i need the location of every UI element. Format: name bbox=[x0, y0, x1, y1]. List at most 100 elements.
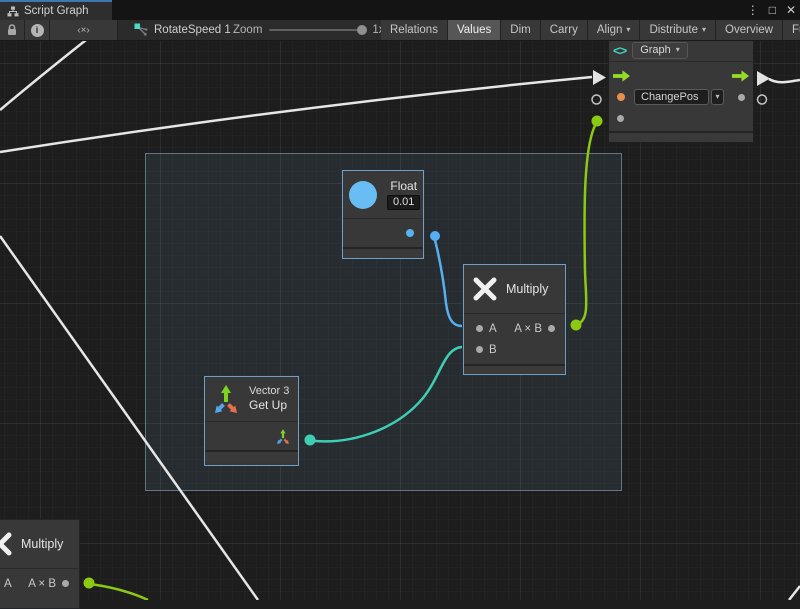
wire-cap-changepos-input bbox=[592, 116, 603, 127]
variable-name-dropdown[interactable]: ChangePos bbox=[634, 89, 709, 105]
multiply-row-b: B bbox=[464, 339, 565, 360]
flow-out-arrow-icon[interactable] bbox=[732, 70, 749, 82]
distribute-button[interactable]: Distribute ▾ bbox=[640, 20, 716, 40]
carry-label: Carry bbox=[550, 24, 578, 36]
dim-button[interactable]: Dim bbox=[501, 20, 540, 40]
node-set-variable[interactable]: <> Graph ▾ ChangePos ▾ bbox=[608, 38, 754, 143]
multiply-output-port[interactable] bbox=[548, 325, 555, 332]
zoom-slider[interactable] bbox=[269, 29, 365, 31]
multiply-input-b-port[interactable] bbox=[476, 346, 483, 353]
multiply-node-footer bbox=[464, 364, 565, 373]
info-icon: i bbox=[31, 24, 44, 37]
graph-value-row bbox=[609, 108, 753, 128]
multiply2-input-a-label: A bbox=[4, 578, 12, 590]
flow-in-triangle-port bbox=[593, 70, 606, 85]
chevron-down-icon: ▾ bbox=[702, 26, 706, 34]
code-view-button[interactable]: ‹×› bbox=[50, 20, 118, 40]
code-icon: <> bbox=[613, 43, 626, 58]
wire-white-corner bbox=[789, 586, 800, 600]
lock-button[interactable] bbox=[0, 20, 25, 40]
node-float[interactable]: Float 0.01 bbox=[342, 170, 424, 259]
graph-toolbar: i ‹×› RotateSpeed 1 Zoom 1x Relations Va… bbox=[0, 20, 800, 41]
chevron-down-icon: ▾ bbox=[715, 93, 719, 101]
multiply2-output-label: A × B bbox=[28, 578, 56, 590]
multiply2-node-header: Multiply bbox=[0, 520, 79, 569]
graph-breadcrumb-label: RotateSpeed 1 bbox=[154, 24, 231, 36]
zoom-control: Zoom 1x bbox=[233, 20, 385, 40]
multiply2-node-body: A A × B bbox=[0, 569, 79, 598]
graph-breadcrumb[interactable]: RotateSpeed 1 bbox=[128, 20, 237, 40]
float-node-title: Float bbox=[390, 179, 417, 193]
variable-dropdown-button[interactable]: ▾ bbox=[711, 89, 724, 105]
tab-bar: Script Graph ⋮ □ ✕ bbox=[0, 0, 800, 20]
relations-button[interactable]: Relations bbox=[381, 20, 448, 40]
multiply-x-icon bbox=[0, 531, 13, 557]
tab-script-graph[interactable]: Script Graph bbox=[0, 0, 112, 20]
graph-canvas[interactable]: Float 0.01 Multiply A A × B bbox=[0, 40, 800, 600]
flow-out-triangle-port bbox=[757, 71, 770, 86]
menu-icon[interactable]: ⋮ bbox=[747, 0, 759, 20]
value-out-circle-port bbox=[758, 95, 767, 104]
multiply-node-title: Multiply bbox=[506, 282, 548, 296]
distribute-label: Distribute bbox=[649, 24, 698, 36]
multiply2-output-port[interactable] bbox=[62, 580, 69, 587]
graph-hierarchy-icon bbox=[7, 6, 19, 17]
full-screen-button[interactable]: Full Screen bbox=[783, 20, 800, 40]
graph-node-icon bbox=[134, 23, 148, 37]
maximize-icon[interactable]: □ bbox=[769, 0, 776, 20]
flow-in-arrow-icon[interactable] bbox=[613, 70, 630, 82]
value-input-port[interactable] bbox=[617, 115, 624, 122]
chevron-down-icon: ▾ bbox=[676, 46, 680, 54]
toolbar-left-group: i ‹×› bbox=[0, 20, 118, 40]
overview-label: Overview bbox=[725, 24, 773, 36]
node-multiply-bottom[interactable]: Multiply A A × B bbox=[0, 519, 80, 609]
tab-title: Script Graph bbox=[24, 5, 89, 17]
graph-node-footer bbox=[609, 131, 753, 141]
align-label: Align bbox=[597, 24, 623, 36]
node-vector3-getup[interactable]: Vector 3 Get Up bbox=[204, 376, 299, 466]
zoom-label: Zoom bbox=[233, 24, 262, 36]
multiply-input-a-port[interactable] bbox=[476, 325, 483, 332]
carry-button[interactable]: Carry bbox=[541, 20, 588, 40]
wire-bottom-multiply-output bbox=[90, 584, 148, 600]
variable-name-port[interactable] bbox=[617, 93, 625, 101]
float-node-header: Float 0.01 bbox=[343, 171, 423, 219]
node-multiply[interactable]: Multiply A A × B B bbox=[463, 264, 566, 375]
float-type-icon bbox=[349, 181, 377, 209]
value-in-circle-port bbox=[592, 95, 601, 104]
chevron-down-icon: ▾ bbox=[626, 26, 630, 34]
graph-flow-row bbox=[609, 66, 753, 86]
multiply-output-label: A × B bbox=[514, 323, 542, 335]
graph-scope-label: Graph bbox=[640, 44, 671, 56]
align-button[interactable]: Align▾ bbox=[588, 20, 641, 40]
vector3-output-port[interactable] bbox=[275, 428, 291, 445]
dim-label: Dim bbox=[510, 24, 530, 36]
values-button[interactable]: Values bbox=[448, 20, 501, 40]
values-label: Values bbox=[457, 24, 491, 36]
getup-node-subtitle: Get Up bbox=[249, 398, 289, 413]
float-output-port[interactable] bbox=[406, 229, 414, 237]
graph-scope-dropdown[interactable]: Graph ▾ bbox=[632, 42, 688, 59]
variable-out-port[interactable] bbox=[738, 94, 745, 101]
float-value-field[interactable]: 0.01 bbox=[387, 195, 420, 210]
multiply2-row-a: A A × B bbox=[0, 573, 79, 594]
float-output-row bbox=[343, 219, 423, 247]
unity-script-graph-window: { "window": { "tab_title": "Script Graph… bbox=[0, 0, 800, 600]
graph-variable-row: ChangePos ▾ bbox=[609, 86, 753, 108]
full-screen-label: Full Screen bbox=[792, 24, 800, 36]
close-icon[interactable]: ✕ bbox=[786, 0, 796, 20]
multiply-row-a: A A × B bbox=[464, 318, 565, 339]
window-controls: ⋮ □ ✕ bbox=[747, 0, 796, 20]
vector3-node-footer bbox=[205, 450, 298, 461]
multiply-input-a-label: A bbox=[489, 323, 497, 335]
toolbar-right-group: Relations Values Dim Carry Align▾ Distri… bbox=[381, 20, 800, 40]
wire-white-to-graph-node bbox=[0, 77, 592, 152]
multiply-node-header: Multiply bbox=[464, 265, 565, 314]
overview-button[interactable]: Overview bbox=[716, 20, 783, 40]
multiply-input-b-label: B bbox=[489, 344, 497, 356]
float-node-footer bbox=[343, 247, 423, 258]
wire-white-from-graph-node bbox=[769, 79, 800, 82]
zoom-slider-knob[interactable] bbox=[357, 25, 367, 35]
vector3-node-header: Vector 3 Get Up bbox=[205, 377, 298, 422]
info-button[interactable]: i bbox=[25, 20, 50, 40]
